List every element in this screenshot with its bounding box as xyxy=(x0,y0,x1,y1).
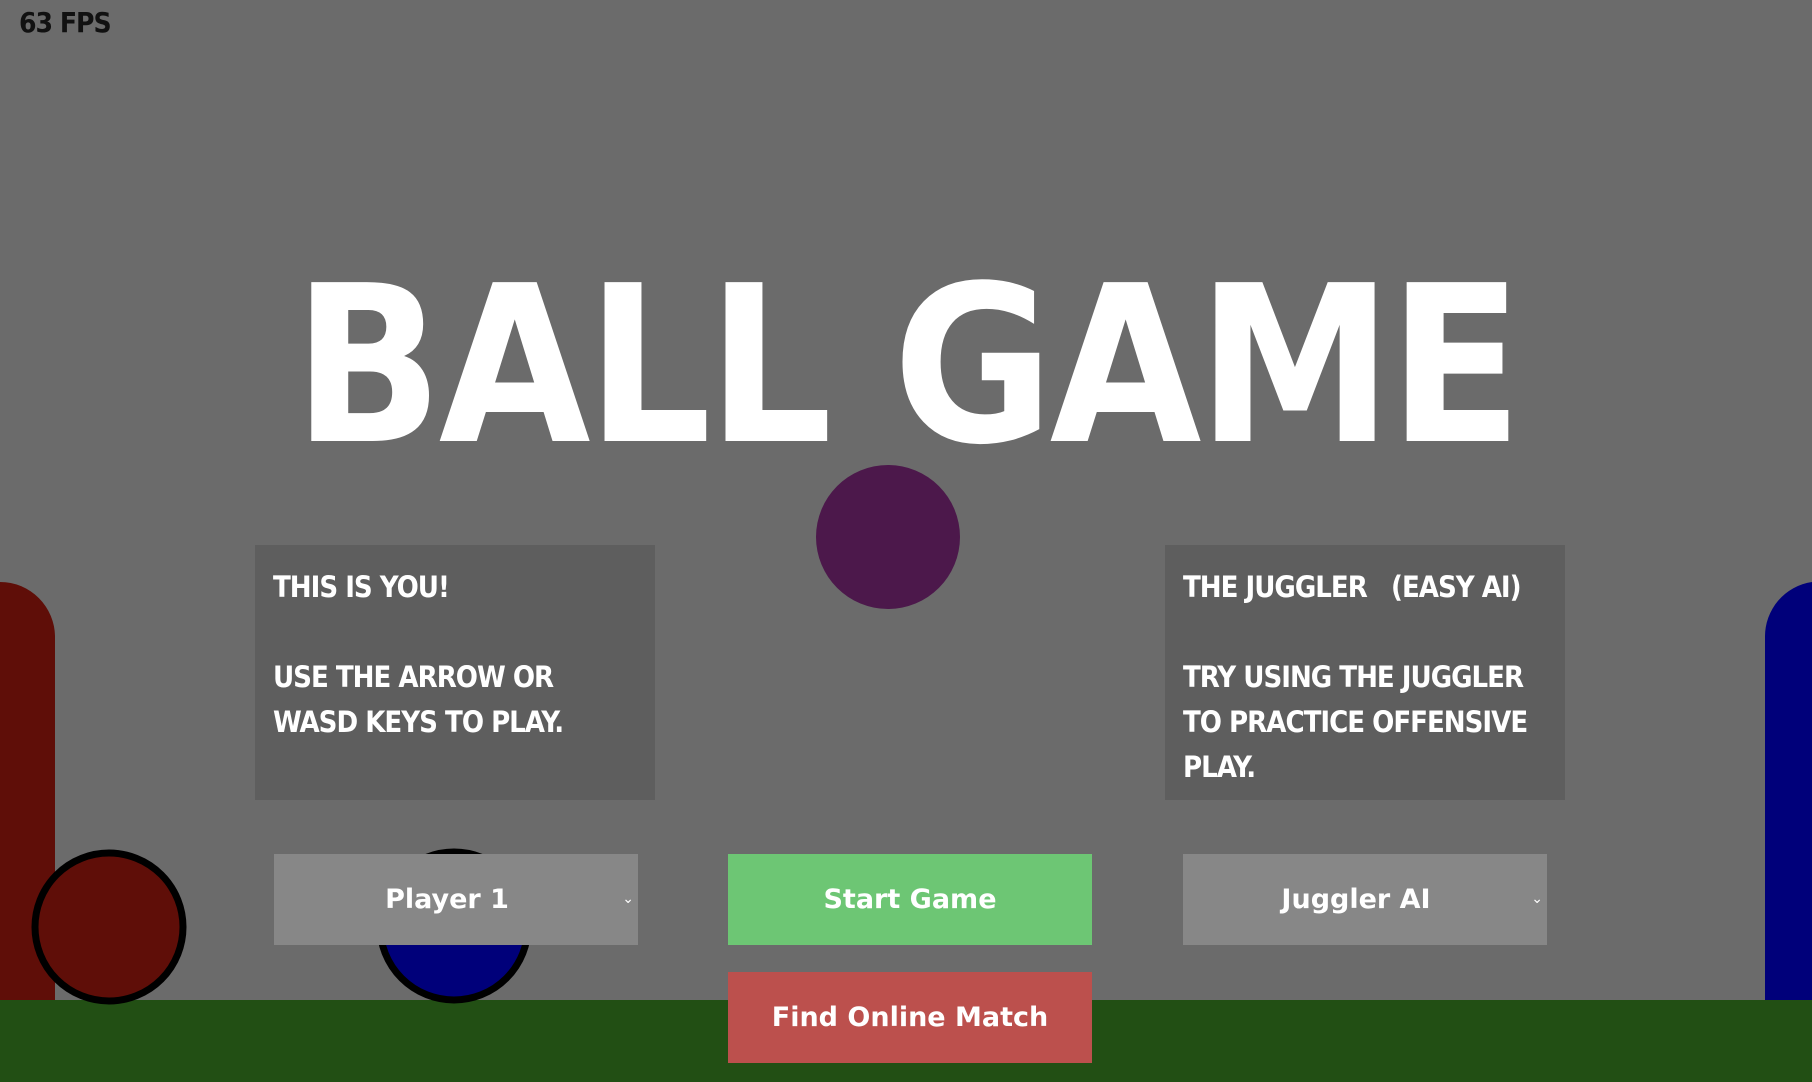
player-info-heading: THIS IS YOU! xyxy=(273,570,450,604)
opponent-info-panel: THE JUGGLER (EASY AI) TRY USING THE JUGG… xyxy=(1165,545,1565,800)
opponent-select[interactable]: Juggler AI ⌄ xyxy=(1183,854,1547,945)
player-info-body: USE THE ARROW OR WASD KEYS TO PLAY. xyxy=(273,660,564,739)
chevron-down-icon: ⌄ xyxy=(1531,891,1543,907)
player-select[interactable]: Player 1 ⌄ xyxy=(274,854,638,945)
find-online-match-button[interactable]: Find Online Match xyxy=(728,972,1092,1063)
start-game-button[interactable]: Start Game xyxy=(728,854,1092,945)
blue-goal-post xyxy=(1764,582,1812,1000)
game-title: BALL GAME xyxy=(293,240,1522,493)
player-info-panel: THIS IS YOU! USE THE ARROW OR WASD KEYS … xyxy=(255,545,655,800)
chevron-down-icon: ⌄ xyxy=(622,891,634,907)
opponent-select-value: Juggler AI xyxy=(1281,884,1431,915)
opponent-info-body: TRY USING THE JUGGLER TO PRACTICE OFFENS… xyxy=(1183,660,1528,784)
player-select-value: Player 1 xyxy=(385,884,509,915)
fps-counter: 63 FPS xyxy=(19,6,112,39)
opponent-info-heading: THE JUGGLER (EASY AI) xyxy=(1183,570,1522,604)
red-player xyxy=(31,849,187,1005)
